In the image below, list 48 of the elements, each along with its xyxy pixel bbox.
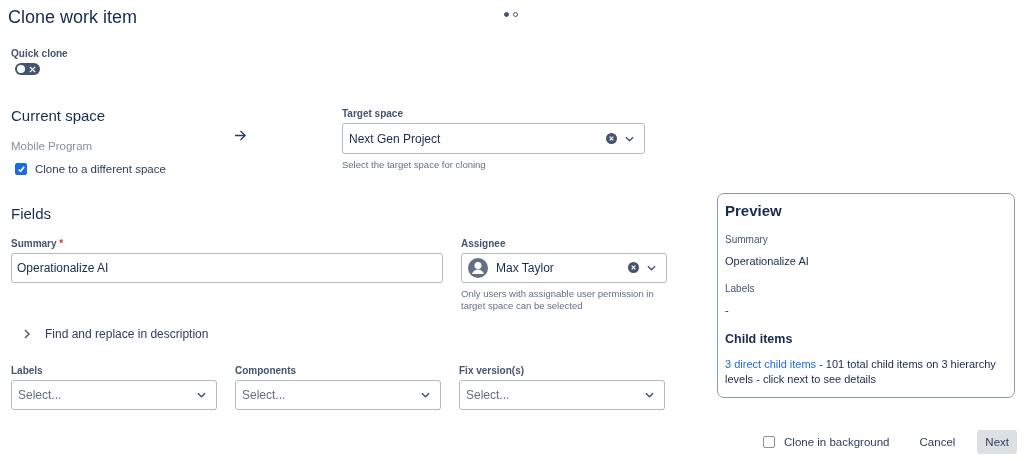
- dialog-title: Clone work item: [8, 6, 138, 28]
- section-heading: Fields: [11, 204, 52, 222]
- field-label: Labels: [11, 364, 44, 376]
- child-items-summary: 3 direct child items - 101 total child items on 3 hierarchy levels - click next to see details: [725, 356, 997, 387]
- chevron-down-icon[interactable]: [421, 391, 430, 398]
- required-mark: *: [59, 237, 64, 249]
- page-dot[interactable]: [504, 12, 509, 17]
- panel-subheading: Child items: [725, 331, 794, 346]
- field-label: Quick clone: [11, 48, 69, 59]
- preview-label: Labels: [725, 282, 756, 294]
- chevron-down-icon[interactable]: [647, 264, 656, 271]
- field-label: Components: [235, 364, 298, 376]
- clear-icon[interactable]: [628, 262, 639, 273]
- arrow-icon: [234, 130, 247, 141]
- chevron-right-icon: [24, 328, 30, 339]
- target-space-select[interactable]: Next Gen Project: [342, 123, 645, 154]
- chevron-down-icon[interactable]: [197, 391, 206, 398]
- clear-icon[interactable]: [606, 133, 617, 144]
- helper-text: Only users with assignable user permission in target space can be selected: [461, 287, 655, 312]
- dropdown-select[interactable]: Select...: [11, 379, 217, 410]
- dropdown-select[interactable]: Select...: [459, 379, 665, 410]
- preview-label: Summary: [725, 233, 769, 245]
- helper-text: Select the target space for cloning: [342, 159, 487, 171]
- preview-value: Operationalize AI: [725, 254, 810, 267]
- assignee-select[interactable]: Max Taylor: [461, 252, 667, 283]
- chevron-down-icon[interactable]: [645, 391, 654, 398]
- preview-value: -: [725, 303, 730, 316]
- field-label: Assignee: [461, 237, 507, 249]
- section-heading: Current space: [11, 107, 107, 124]
- find-replace-toggle[interactable]: Find and replace in description: [24, 326, 209, 341]
- user-avatar-icon: [468, 257, 488, 278]
- toggle-switch[interactable]: [15, 63, 40, 75]
- space-name: Mobile Program: [11, 140, 94, 152]
- child-items-link[interactable]: 3 direct child items: [725, 357, 817, 370]
- panel-heading: Preview: [725, 201, 783, 219]
- checkbox-label: Clone to a different space: [35, 163, 166, 175]
- checkbox[interactable]: [15, 163, 27, 175]
- field-label: Fix version(s): [459, 364, 526, 376]
- close-icon: [29, 65, 36, 73]
- checkbox-label: Clone in background: [784, 436, 890, 448]
- field-label: Summary: [11, 237, 57, 249]
- field-label: Target space: [342, 108, 404, 119]
- cancel-button[interactable]: Cancel: [911, 430, 964, 454]
- next-button[interactable]: Next: [977, 430, 1017, 454]
- chevron-down-icon[interactable]: [625, 135, 634, 142]
- summary-input[interactable]: Operationalize AI: [11, 252, 443, 283]
- dropdown-select[interactable]: Select...: [235, 379, 441, 410]
- checkbox[interactable]: [763, 436, 776, 448]
